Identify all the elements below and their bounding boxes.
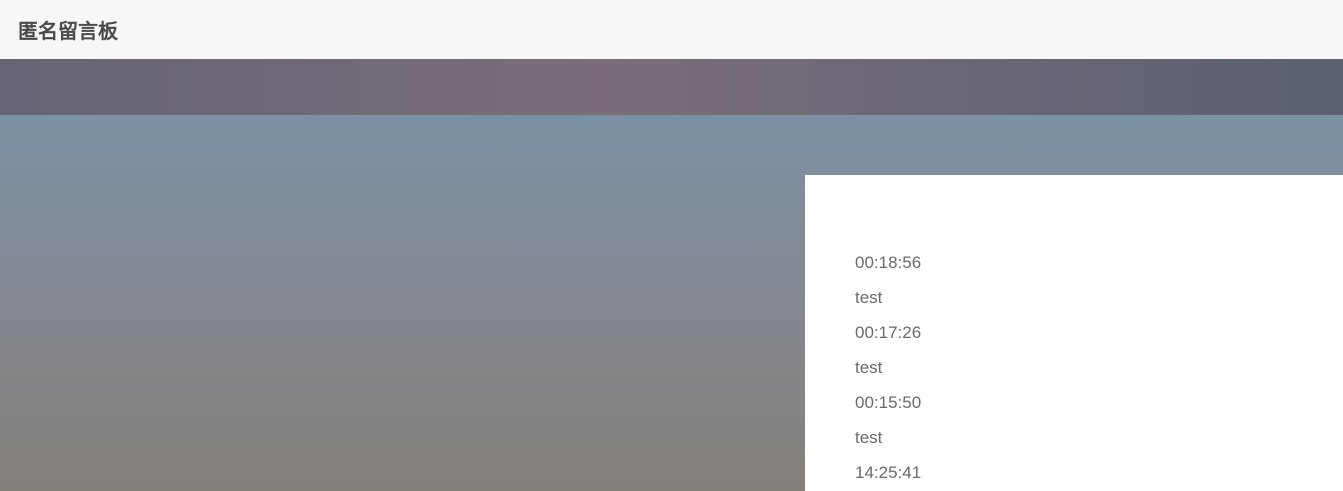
message-text: test [855,358,883,377]
message-time: 00:18:56 [855,253,922,272]
brand-title[interactable]: 匿名留言板 [18,15,118,44]
message-time: 14:25:41 [855,463,922,482]
page: 匿名留言板 00:18:56 test 00:17:26 test 00:15:… [0,0,1343,491]
message-text: test [855,428,883,447]
hero-banner [0,59,1343,115]
message-text: test [855,288,883,307]
navbar: 匿名留言板 [0,0,1343,59]
message-list: 00:18:56 test 00:17:26 test 00:15:50 tes… [855,249,1343,491]
message-panel: 00:18:56 test 00:17:26 test 00:15:50 tes… [805,175,1343,491]
message-time: 00:15:50 [855,393,922,412]
message-time: 00:17:26 [855,323,922,342]
